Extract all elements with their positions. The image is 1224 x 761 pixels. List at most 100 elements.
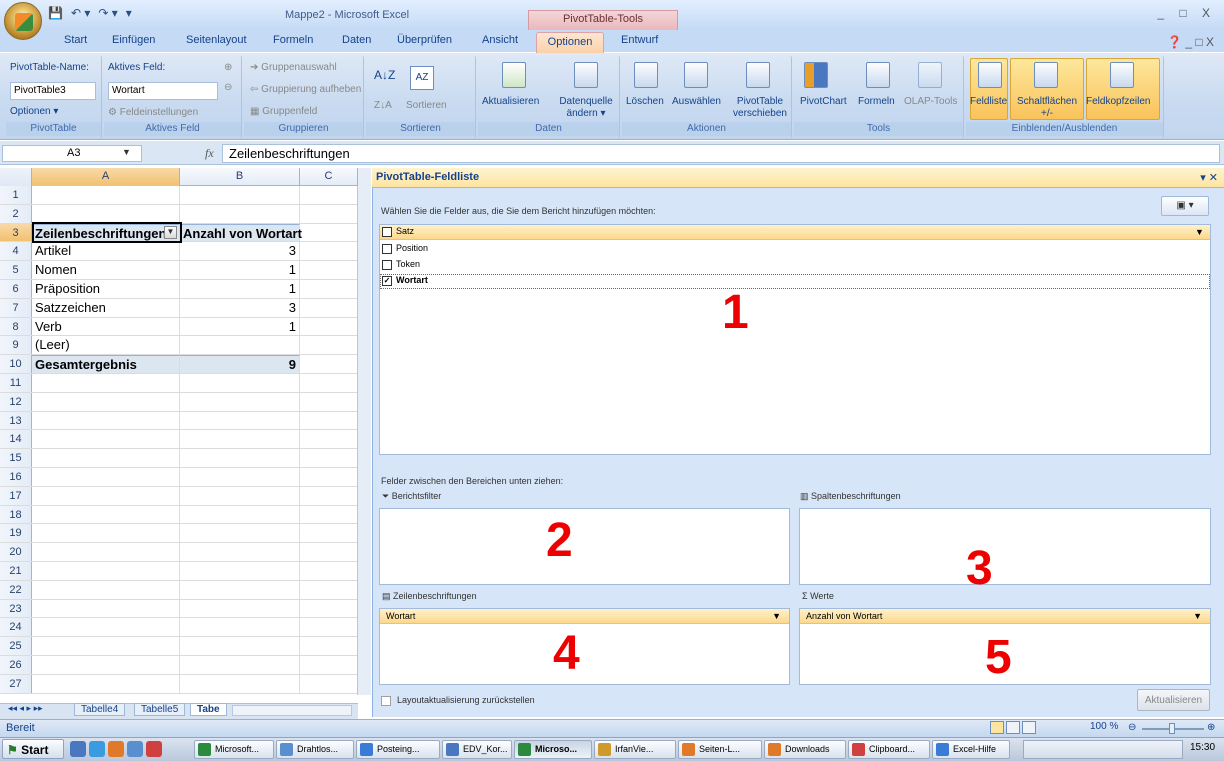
olap-tools-icon[interactable] bbox=[918, 62, 942, 88]
cell-a[interactable]: Verb bbox=[32, 317, 180, 336]
tab-formeln[interactable]: Formeln bbox=[273, 34, 313, 46]
column-header-c[interactable]: C bbox=[300, 168, 358, 186]
cell-b[interactable]: 1 bbox=[180, 280, 300, 298]
taskbar-item[interactable]: IrfanVie... bbox=[594, 740, 676, 759]
cell-a[interactable] bbox=[32, 637, 180, 655]
cell-c[interactable] bbox=[300, 205, 358, 223]
tab-daten[interactable]: Daten bbox=[342, 34, 371, 46]
cell-c[interactable] bbox=[300, 468, 358, 486]
cell-b[interactable] bbox=[180, 674, 300, 693]
change-source-button[interactable]: Datenquelle ändern ▾ bbox=[552, 96, 620, 120]
row-header[interactable]: 20 bbox=[0, 543, 32, 561]
pivotchart-button[interactable]: PivotChart bbox=[800, 96, 847, 107]
field-settings-button[interactable]: ⚙ Feldeinstellungen bbox=[108, 107, 198, 118]
change-source-icon[interactable] bbox=[574, 62, 598, 88]
select-icon[interactable] bbox=[684, 62, 708, 88]
clear-icon[interactable] bbox=[634, 62, 658, 88]
row-header[interactable]: 4 bbox=[0, 242, 32, 261]
sheet-tab-active[interactable]: Tabe bbox=[190, 703, 227, 716]
field-item-position[interactable]: Position bbox=[382, 243, 428, 254]
worksheet-grid[interactable]: 1 2 3 Zeilenbeschriftungen Anzahl von Wortar… bbox=[0, 168, 358, 695]
cell-c[interactable] bbox=[300, 487, 358, 505]
zoom-level[interactable]: 100 % bbox=[1090, 721, 1118, 732]
cell-a[interactable] bbox=[32, 449, 180, 467]
cell-a[interactable] bbox=[32, 599, 180, 618]
formula-input[interactable]: Zeilenbeschriftungen bbox=[222, 144, 1220, 163]
fx-icon[interactable]: fx bbox=[205, 146, 214, 161]
cell-a[interactable] bbox=[32, 392, 180, 411]
sheet-tab-tabelle5[interactable]: Tabelle5 bbox=[134, 703, 186, 716]
cell-b[interactable] bbox=[180, 524, 300, 543]
row-header[interactable]: 2 bbox=[0, 204, 32, 223]
cell-b[interactable] bbox=[180, 186, 300, 204]
taskbar-item[interactable]: Downloads bbox=[764, 740, 846, 759]
sort-az-za-icon[interactable]: AZ bbox=[410, 66, 434, 90]
row-header[interactable]: 13 bbox=[0, 411, 32, 430]
cell-b[interactable] bbox=[180, 580, 300, 599]
cell-c[interactable] bbox=[300, 637, 358, 655]
cell-a[interactable]: (Leer) bbox=[32, 336, 180, 355]
tab-ansicht[interactable]: Ansicht bbox=[482, 34, 518, 46]
cell-b[interactable] bbox=[180, 468, 300, 486]
cell-a[interactable] bbox=[32, 524, 180, 543]
tab-seitenlayout[interactable]: Seitenlayout bbox=[186, 34, 247, 46]
zoom-out-icon[interactable]: ⊖ bbox=[1128, 722, 1136, 733]
field-dropdown-icon[interactable]: ▼ bbox=[1195, 227, 1204, 237]
cell-c[interactable] bbox=[300, 261, 358, 279]
cell-c[interactable] bbox=[300, 449, 358, 467]
taskbar-item[interactable]: Microso... bbox=[514, 740, 592, 759]
collapse-field-icon[interactable]: ⊖ bbox=[224, 82, 232, 93]
refresh-icon[interactable] bbox=[502, 62, 526, 88]
page-break-view-icon[interactable] bbox=[1022, 721, 1036, 734]
row-header[interactable]: 21 bbox=[0, 562, 32, 580]
sheet-nav-icons[interactable]: ◂◂ ◂ ▸ ▸▸ bbox=[8, 703, 43, 714]
layout-options-button[interactable]: ▣ ▾ bbox=[1161, 196, 1209, 216]
refresh-button[interactable]: Aktualisieren bbox=[482, 96, 539, 107]
cell-c[interactable] bbox=[300, 412, 358, 430]
cell-b[interactable] bbox=[180, 336, 300, 355]
save-icon[interactable]: 💾 bbox=[48, 6, 63, 20]
cell-c[interactable] bbox=[300, 543, 358, 561]
cell-b[interactable] bbox=[180, 562, 300, 580]
cell-b[interactable] bbox=[180, 430, 300, 449]
row-header[interactable]: 19 bbox=[0, 524, 32, 543]
taskbar-item[interactable]: EDV_Kor... bbox=[442, 740, 512, 759]
cell-b[interactable] bbox=[180, 486, 300, 505]
cell-b[interactable] bbox=[180, 374, 300, 392]
quicklaunch-icon-1[interactable] bbox=[70, 741, 86, 757]
dropdown-icon[interactable]: ▼ bbox=[1193, 611, 1202, 621]
row-header[interactable]: 15 bbox=[0, 449, 32, 467]
defer-update-checkbox[interactable] bbox=[381, 696, 391, 706]
cell-a[interactable]: Präposition bbox=[32, 280, 180, 298]
cell-a[interactable]: Nomen bbox=[32, 261, 180, 279]
cell-c[interactable] bbox=[300, 393, 358, 411]
cell-c[interactable] bbox=[300, 506, 358, 524]
firefox-icon[interactable] bbox=[108, 741, 124, 757]
update-button[interactable]: Aktualisieren bbox=[1137, 689, 1210, 711]
pivotchart-icon[interactable] bbox=[804, 62, 828, 88]
taskbar-item[interactable]: Seiten-L... bbox=[678, 740, 762, 759]
redo-icon[interactable]: ↷ ▾ bbox=[98, 6, 117, 20]
select-button[interactable]: Auswählen bbox=[672, 96, 721, 107]
zoom-in-icon[interactable]: ⊕ bbox=[1207, 722, 1215, 733]
cell-c[interactable] bbox=[300, 581, 358, 599]
cell-b[interactable]: Anzahl von Wortart bbox=[180, 223, 302, 242]
cell-b[interactable] bbox=[180, 656, 300, 674]
opera-icon[interactable] bbox=[146, 741, 162, 757]
sort-button[interactable]: Sortieren bbox=[406, 100, 447, 111]
taskbar-item[interactable]: Clipboard... bbox=[848, 740, 930, 759]
page-layout-view-icon[interactable] bbox=[1006, 721, 1020, 734]
row-labels-filter-dropdown-icon[interactable]: ▼ bbox=[164, 226, 177, 239]
row-header[interactable]: 9 bbox=[0, 336, 32, 355]
row-header[interactable]: 3 bbox=[0, 223, 32, 242]
cell-c[interactable] bbox=[300, 318, 358, 336]
cell-b[interactable] bbox=[180, 449, 300, 467]
cell-a[interactable] bbox=[32, 562, 180, 580]
cell-a[interactable] bbox=[32, 486, 180, 505]
window-controls[interactable]: _ □ X bbox=[1157, 6, 1216, 20]
row-header[interactable]: 7 bbox=[0, 298, 32, 317]
field-item-wortart[interactable] bbox=[380, 274, 1210, 289]
cell-a[interactable] bbox=[32, 468, 180, 486]
undo-icon[interactable]: ↶ ▾ bbox=[71, 6, 90, 20]
expand-field-icon[interactable]: ⊕ bbox=[224, 62, 232, 73]
